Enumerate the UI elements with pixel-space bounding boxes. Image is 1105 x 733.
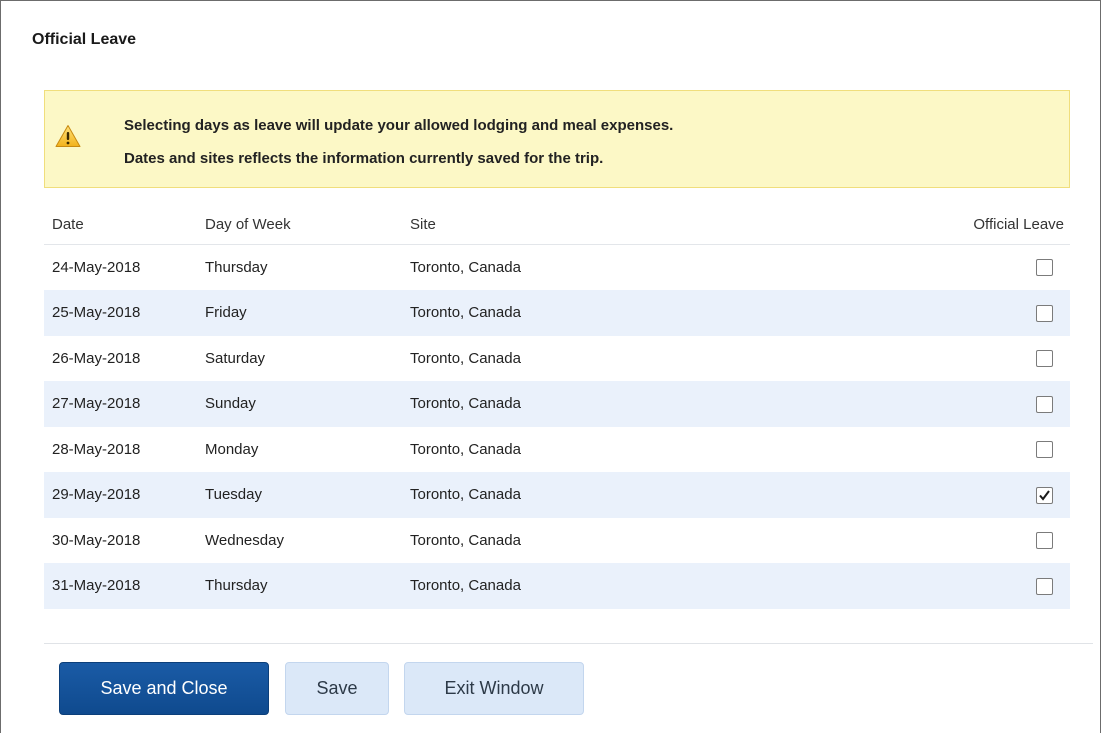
exit-window-button[interactable]: Exit Window bbox=[404, 662, 584, 715]
table-row: 29-May-2018 Tuesday Toronto, Canada bbox=[44, 472, 1070, 518]
official-leave-checkbox[interactable] bbox=[1035, 441, 1053, 459]
official-leave-checkbox[interactable] bbox=[1035, 304, 1053, 322]
row-official-leave-cell bbox=[872, 381, 1070, 427]
dialog-title: Official Leave bbox=[32, 31, 137, 48]
row-official-leave-cell bbox=[872, 563, 1070, 609]
checkmark-icon bbox=[1038, 489, 1050, 501]
table-row: 31-May-2018 Thursday Toronto, Canada bbox=[44, 563, 1070, 609]
row-official-leave-cell bbox=[872, 336, 1070, 382]
row-site: Toronto, Canada bbox=[402, 290, 872, 336]
row-official-leave-cell bbox=[872, 290, 1070, 336]
row-day-of-week: Saturday bbox=[205, 349, 266, 367]
row-site: Toronto, Canada bbox=[410, 258, 521, 276]
row-date: 24-May-2018 bbox=[52, 258, 141, 276]
save-and-close-button[interactable]: Save and Close bbox=[59, 662, 269, 715]
table-header-row: Date Day of Week Site Official Leave bbox=[44, 206, 1070, 245]
header-date: Date bbox=[44, 206, 197, 245]
row-day-of-week: Sunday bbox=[197, 381, 402, 427]
official-leave-checkbox[interactable] bbox=[1035, 577, 1053, 595]
warning-message-line-2: Dates and sites reflects the information… bbox=[124, 150, 604, 167]
table-row: 30-May-2018 Wednesday Toronto, Canada bbox=[44, 518, 1070, 564]
row-day-of-week: Monday bbox=[205, 440, 259, 458]
row-day-of-week: Thursday bbox=[197, 563, 402, 609]
official-leave-checkbox[interactable] bbox=[1035, 486, 1053, 504]
table-row: 27-May-2018 Sunday Toronto, Canada bbox=[44, 381, 1070, 427]
row-official-leave-cell bbox=[872, 518, 1070, 564]
save-button[interactable]: Save bbox=[285, 662, 389, 715]
row-date: 30-May-2018 bbox=[52, 531, 141, 549]
table-row: 24-May-2018 Thursday Toronto, Canada bbox=[44, 244, 1070, 290]
official-leave-checkbox[interactable] bbox=[1035, 395, 1053, 413]
header-site: Site bbox=[402, 206, 872, 245]
row-day-of-week: Friday bbox=[197, 290, 402, 336]
header-day-of-week: Day of Week bbox=[197, 206, 402, 245]
official-leave-dialog: Official Leave Selecting days as leave w… bbox=[0, 0, 1101, 733]
table-row: 26-May-2018 Saturday Toronto, Canada bbox=[44, 336, 1070, 382]
row-date: 26-May-2018 bbox=[52, 349, 141, 367]
warning-icon bbox=[55, 124, 81, 148]
row-site: Toronto, Canada bbox=[410, 349, 521, 367]
row-official-leave-cell bbox=[872, 427, 1070, 473]
warning-message-line-1: Selecting days as leave will update your… bbox=[124, 117, 674, 134]
row-site: Toronto, Canada bbox=[410, 440, 521, 458]
table-row: 28-May-2018 Monday Toronto, Canada bbox=[44, 427, 1070, 473]
row-date: 27-May-2018 bbox=[44, 381, 197, 427]
row-date: 25-May-2018 bbox=[44, 290, 197, 336]
table-row: 25-May-2018 Friday Toronto, Canada bbox=[44, 290, 1070, 336]
leave-table: Date Day of Week Site Official Leave 24-… bbox=[44, 206, 1070, 609]
row-official-leave-cell bbox=[872, 472, 1070, 518]
row-date: 28-May-2018 bbox=[52, 440, 141, 458]
row-site: Toronto, Canada bbox=[402, 381, 872, 427]
official-leave-checkbox[interactable] bbox=[1035, 259, 1053, 277]
row-site: Toronto, Canada bbox=[410, 531, 521, 549]
row-official-leave-cell bbox=[872, 244, 1070, 290]
row-day-of-week: Tuesday bbox=[197, 472, 402, 518]
warning-banner: Selecting days as leave will update your… bbox=[44, 90, 1070, 188]
header-official-leave: Official Leave bbox=[872, 206, 1070, 245]
row-site: Toronto, Canada bbox=[402, 563, 872, 609]
row-site: Toronto, Canada bbox=[402, 472, 872, 518]
official-leave-checkbox[interactable] bbox=[1035, 350, 1053, 368]
row-date: 31-May-2018 bbox=[44, 563, 197, 609]
official-leave-checkbox[interactable] bbox=[1035, 532, 1053, 550]
row-date: 29-May-2018 bbox=[44, 472, 197, 518]
row-day-of-week: Wednesday bbox=[205, 531, 284, 549]
row-day-of-week: Thursday bbox=[205, 258, 268, 276]
footer-divider bbox=[44, 643, 1093, 644]
